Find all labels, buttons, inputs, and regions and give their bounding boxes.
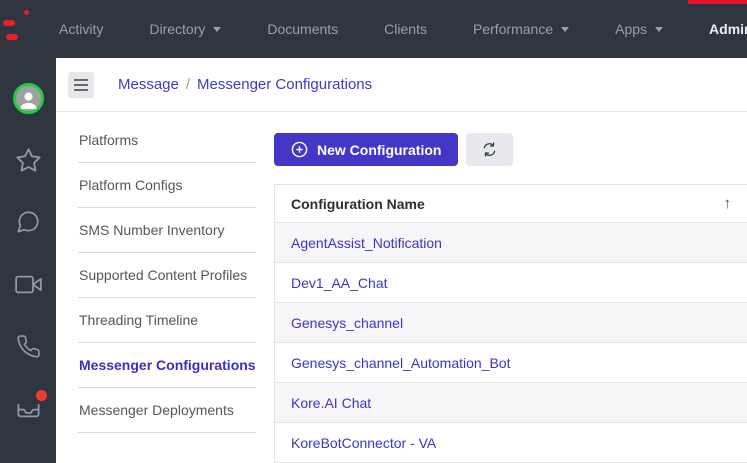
configuration-link[interactable]: Genesys_channel: [291, 315, 403, 331]
chevron-down-icon: [213, 27, 221, 32]
phone-icon: [16, 334, 41, 359]
chevron-down-icon: [655, 27, 663, 32]
table-row: Dev1_AA_Chat: [275, 263, 747, 303]
submenu-item-threading-timeline[interactable]: Threading Timeline: [78, 298, 256, 343]
submenu-item-supported-content-profiles[interactable]: Supported Content Profiles: [78, 253, 256, 298]
configuration-link[interactable]: KoreBotConnector - VA: [291, 435, 436, 451]
breadcrumb-current-link[interactable]: Messenger Configurations: [197, 76, 372, 93]
menu-toggle-button[interactable]: [68, 72, 94, 98]
video-button[interactable]: [15, 269, 42, 299]
table-header-row: Configuration Name ↑: [275, 185, 747, 223]
nav-label: Directory: [149, 21, 205, 37]
table-row: KoreBotConnector - VA: [275, 423, 747, 463]
video-camera-icon: [15, 271, 42, 298]
table-row: Kore.AI Chat: [275, 383, 747, 423]
refresh-button[interactable]: [466, 133, 513, 166]
top-nav-menu: Activity Directory Documents Clients Per…: [36, 0, 747, 58]
favorites-button[interactable]: [15, 145, 42, 175]
nav-item-directory[interactable]: Directory: [126, 0, 244, 58]
configuration-link[interactable]: Kore.AI Chat: [291, 395, 371, 411]
message-submenu: Platforms Platform Configs SMS Number In…: [56, 112, 256, 462]
chat-button[interactable]: [15, 207, 41, 237]
breadcrumb-parent-link[interactable]: Message: [118, 76, 179, 93]
star-icon: [15, 147, 42, 174]
left-icon-rail: [0, 58, 56, 463]
breadcrumb-bar: Message / Messenger Configurations: [56, 58, 747, 112]
genesys-logo-icon: [0, 8, 30, 50]
submenu-item-sms-number-inventory[interactable]: SMS Number Inventory: [78, 208, 256, 253]
person-icon: [17, 88, 40, 111]
avatar: [13, 83, 44, 114]
table-row: AgentAssist_Notification: [275, 223, 747, 263]
nav-item-documents[interactable]: Documents: [244, 0, 361, 58]
notification-badge: [36, 390, 47, 401]
phone-button[interactable]: [16, 331, 41, 361]
plus-circle-icon: [291, 141, 308, 158]
submenu-item-platforms[interactable]: Platforms: [78, 118, 256, 163]
new-configuration-label: New Configuration: [317, 142, 441, 158]
chat-bubble-icon: [15, 209, 41, 235]
breadcrumb: Message / Messenger Configurations: [118, 76, 372, 93]
messenger-configurations-content: New Configuration Configuration Name ↑: [256, 112, 747, 462]
inbox-button[interactable]: [15, 393, 42, 423]
top-navigation-bar: Activity Directory Documents Clients Per…: [0, 0, 747, 58]
column-header-configuration-name[interactable]: Configuration Name: [291, 196, 425, 212]
table-row: Genesys_channel_Automation_Bot: [275, 343, 747, 383]
chevron-down-icon: [561, 27, 569, 32]
nav-label: Apps: [615, 21, 647, 37]
nav-item-admin[interactable]: Admin: [686, 0, 747, 58]
genesys-logo[interactable]: [0, 0, 30, 58]
nav-label: Clients: [384, 21, 427, 37]
submenu-item-messenger-deployments[interactable]: Messenger Deployments: [78, 388, 256, 433]
nav-item-performance[interactable]: Performance: [450, 0, 592, 58]
configuration-link[interactable]: AgentAssist_Notification: [291, 235, 442, 251]
table-row: Genesys_channel: [275, 303, 747, 343]
refresh-icon: [481, 141, 498, 158]
submenu-item-messenger-configurations[interactable]: Messenger Configurations: [78, 343, 256, 388]
toolbar: New Configuration: [274, 133, 747, 166]
active-tab-indicator: [688, 0, 747, 4]
nav-label: Documents: [267, 21, 338, 37]
nav-label: Activity: [59, 21, 103, 37]
nav-item-apps[interactable]: Apps: [592, 0, 686, 58]
breadcrumb-separator: /: [186, 76, 190, 93]
nav-label: Admin: [709, 21, 747, 37]
sort-ascending-icon[interactable]: ↑: [724, 195, 732, 212]
nav-item-clients[interactable]: Clients: [361, 0, 450, 58]
configuration-link[interactable]: Genesys_channel_Automation_Bot: [291, 355, 510, 371]
admin-page: Message / Messenger Configurations Platfor…: [56, 58, 747, 463]
nav-item-activity[interactable]: Activity: [36, 0, 126, 58]
configurations-table: Configuration Name ↑ AgentAssist_Notific…: [274, 184, 747, 463]
new-configuration-button[interactable]: New Configuration: [274, 133, 458, 166]
configuration-link[interactable]: Dev1_AA_Chat: [291, 275, 388, 291]
nav-label: Performance: [473, 21, 553, 37]
submenu-item-platform-configs[interactable]: Platform Configs: [78, 163, 256, 208]
user-avatar[interactable]: [13, 83, 44, 113]
